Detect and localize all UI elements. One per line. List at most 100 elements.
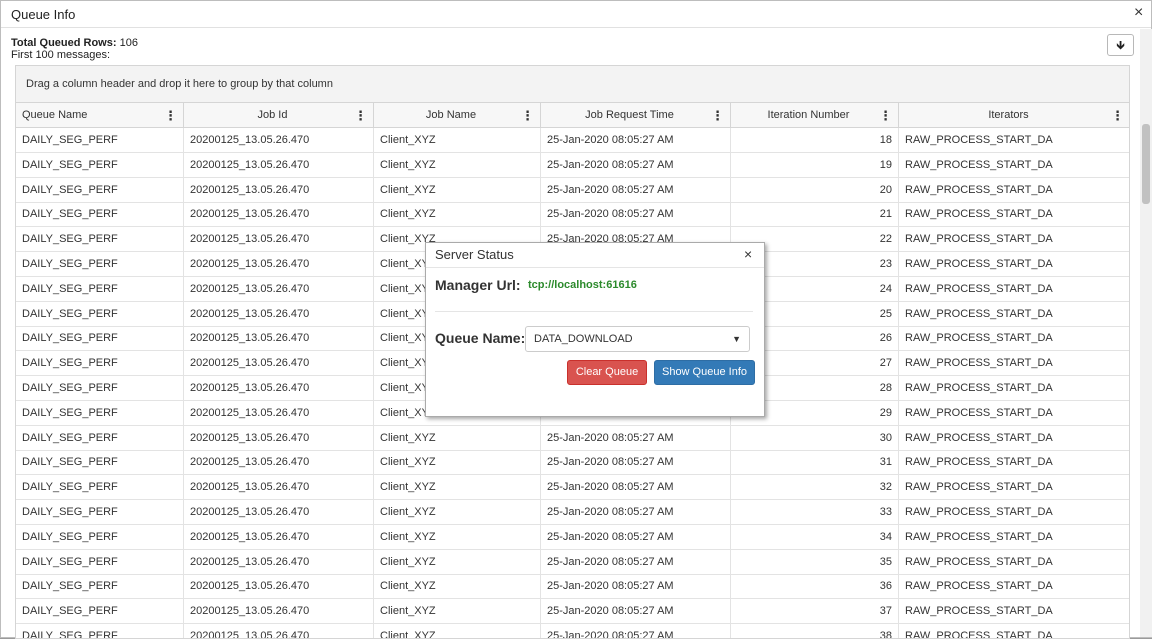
table-cell: DAILY_SEG_PERF bbox=[16, 450, 184, 476]
column-header-label: Job Request Time bbox=[585, 109, 674, 121]
table-cell: 20200125_13.05.26.470 bbox=[184, 152, 374, 178]
table-cell: RAW_PROCESS_START_DA bbox=[899, 450, 1129, 475]
table-cell: DAILY_SEG_PERF bbox=[16, 400, 184, 426]
column-menu-icon[interactable]: ⋮ bbox=[521, 103, 534, 128]
grid-header: Queue Name ⋮ Job Id ⋮ Job Name ⋮ Job Request T… bbox=[16, 103, 1129, 128]
table-cell: 25-Jan-2020 08:05:27 AM bbox=[541, 599, 731, 625]
column-menu-icon[interactable]: ⋮ bbox=[711, 103, 724, 128]
table-row[interactable]: DAILY_SEG_PERF 20200125_13.05.26.470 Clien… bbox=[16, 524, 1129, 550]
table-cell: 20200125_13.05.26.470 bbox=[184, 301, 374, 327]
table-cell: 25-Jan-2020 08:05:27 AM bbox=[541, 202, 731, 228]
vertical-scrollbar[interactable] bbox=[1140, 29, 1152, 637]
column-header-label: Job Id bbox=[257, 109, 288, 121]
scrollbar-thumb[interactable] bbox=[1142, 124, 1150, 204]
table-cell: Client_XYZ bbox=[374, 500, 541, 525]
queue-name-select[interactable]: DATA_DOWNLOAD ▼ bbox=[525, 326, 750, 352]
table-cell: DAILY_SEG_PERF bbox=[16, 599, 184, 625]
queue-name-label: Queue Name: bbox=[435, 330, 526, 346]
table-cell: DAILY_SEG_PERF bbox=[16, 202, 184, 228]
table-cell: Client_XYZ bbox=[374, 624, 541, 638]
table-row[interactable]: DAILY_SEG_PERF 20200125_13.05.26.470 Clien… bbox=[16, 599, 1129, 625]
table-cell: DAILY_SEG_PERF bbox=[16, 549, 184, 575]
table-row[interactable]: DAILY_SEG_PERF 20200125_13.05.26.470 Clien… bbox=[16, 425, 1129, 451]
column-menu-icon[interactable]: ⋮ bbox=[879, 103, 892, 128]
table-cell: 25-Jan-2020 08:05:27 AM bbox=[541, 177, 731, 203]
dialog-close-icon[interactable]: × bbox=[744, 246, 752, 262]
table-cell: DAILY_SEG_PERF bbox=[16, 425, 184, 451]
table-cell: DAILY_SEG_PERF bbox=[16, 301, 184, 327]
table-row[interactable]: DAILY_SEG_PERF 20200125_13.05.26.470 Clien… bbox=[16, 549, 1129, 575]
table-row[interactable]: DAILY_SEG_PERF 20200125_13.05.26.470 Clien… bbox=[16, 624, 1129, 638]
table-cell: 20200125_13.05.26.470 bbox=[184, 276, 374, 302]
table-cell: 25-Jan-2020 08:05:27 AM bbox=[541, 425, 731, 451]
table-cell: RAW_PROCESS_START_DA bbox=[899, 599, 1129, 624]
total-queued-value: 106 bbox=[119, 37, 138, 49]
table-cell: Client_XYZ bbox=[374, 599, 541, 625]
table-row[interactable]: DAILY_SEG_PERF 20200125_13.05.26.470 Clien… bbox=[16, 202, 1129, 228]
table-row[interactable]: DAILY_SEG_PERF 20200125_13.05.26.470 Clien… bbox=[16, 574, 1129, 600]
table-row[interactable]: DAILY_SEG_PERF 20200125_13.05.26.470 Clien… bbox=[16, 177, 1129, 203]
table-cell: 25-Jan-2020 08:05:27 AM bbox=[541, 549, 731, 575]
table-cell: RAW_PROCESS_START_DA bbox=[899, 574, 1129, 599]
table-cell: DAILY_SEG_PERF bbox=[16, 624, 184, 638]
show-queue-info-button[interactable]: Show Queue Info bbox=[654, 360, 755, 385]
queue-summary: Total Queued Rows: 106 First 100 message… bbox=[11, 37, 138, 61]
column-header[interactable]: Job Request Time ⋮ bbox=[541, 103, 731, 128]
table-cell: 20200125_13.05.26.470 bbox=[184, 549, 374, 575]
table-cell: RAW_PROCESS_START_DA bbox=[899, 401, 1129, 426]
column-menu-icon[interactable]: ⋮ bbox=[164, 103, 177, 128]
table-cell: 32 bbox=[731, 475, 899, 501]
table-row[interactable]: DAILY_SEG_PERF 20200125_13.05.26.470 Clien… bbox=[16, 152, 1129, 178]
table-cell: 30 bbox=[731, 425, 899, 451]
table-row[interactable]: DAILY_SEG_PERF 20200125_13.05.26.470 Clien… bbox=[16, 500, 1129, 525]
table-cell: 20200125_13.05.26.470 bbox=[184, 624, 374, 638]
table-cell: RAW_PROCESS_START_DA bbox=[899, 277, 1129, 302]
table-cell: Client_XYZ bbox=[374, 475, 541, 501]
close-icon[interactable]: × bbox=[1134, 4, 1143, 22]
column-header[interactable]: Iteration Number ⋮ bbox=[731, 103, 899, 128]
table-cell: 20 bbox=[731, 177, 899, 203]
table-cell: RAW_PROCESS_START_DA bbox=[899, 326, 1129, 351]
table-cell: 19 bbox=[731, 152, 899, 178]
column-header[interactable]: Queue Name ⋮ bbox=[16, 103, 184, 128]
table-row[interactable]: DAILY_SEG_PERF 20200125_13.05.26.470 Clien… bbox=[16, 128, 1129, 153]
table-cell: DAILY_SEG_PERF bbox=[16, 227, 184, 253]
table-cell: DAILY_SEG_PERF bbox=[16, 500, 184, 525]
caret-down-icon: ▼ bbox=[732, 334, 741, 344]
table-cell: RAW_PROCESS_START_DA bbox=[899, 202, 1129, 227]
table-cell: 20200125_13.05.26.470 bbox=[184, 202, 374, 228]
table-cell: 20200125_13.05.26.470 bbox=[184, 177, 374, 203]
column-menu-icon[interactable]: ⋮ bbox=[354, 103, 367, 128]
table-cell: Client_XYZ bbox=[374, 128, 541, 153]
table-cell: DAILY_SEG_PERF bbox=[16, 475, 184, 501]
table-cell: 20200125_13.05.26.470 bbox=[184, 425, 374, 451]
table-cell: 20200125_13.05.26.470 bbox=[184, 450, 374, 476]
table-cell: 20200125_13.05.26.470 bbox=[184, 326, 374, 352]
manager-url-value: tcp://localhost:61616 bbox=[528, 279, 637, 291]
table-cell: 20200125_13.05.26.470 bbox=[184, 351, 374, 377]
column-header[interactable]: Job Id ⋮ bbox=[184, 103, 374, 128]
download-button[interactable]: 🡻 bbox=[1107, 34, 1134, 56]
table-cell: Client_XYZ bbox=[374, 177, 541, 203]
column-header[interactable]: Iterators ⋮ bbox=[899, 103, 1129, 128]
table-cell: 20200125_13.05.26.470 bbox=[184, 500, 374, 525]
table-cell: 20200125_13.05.26.470 bbox=[184, 599, 374, 625]
table-cell: Client_XYZ bbox=[374, 152, 541, 178]
table-row[interactable]: DAILY_SEG_PERF 20200125_13.05.26.470 Clien… bbox=[16, 475, 1129, 501]
table-cell: Client_XYZ bbox=[374, 524, 541, 550]
dialog-section-divider bbox=[435, 311, 753, 312]
manager-url-label: Manager Url: bbox=[435, 277, 521, 293]
group-by-panel[interactable]: Drag a column header and drop it here to… bbox=[16, 66, 1129, 103]
column-header-label: Job Name bbox=[425, 109, 477, 121]
table-cell: 35 bbox=[731, 549, 899, 575]
column-menu-icon[interactable]: ⋮ bbox=[1111, 103, 1124, 128]
server-status-dialog: Server Status × Manager Url: tcp://local… bbox=[425, 242, 765, 417]
table-cell: RAW_PROCESS_START_DA bbox=[899, 550, 1129, 575]
clear-queue-button[interactable]: Clear Queue bbox=[567, 360, 647, 385]
table-cell: 38 bbox=[731, 624, 899, 638]
column-header[interactable]: Job Name ⋮ bbox=[374, 103, 541, 128]
table-cell: 25-Jan-2020 08:05:27 AM bbox=[541, 500, 731, 525]
table-row[interactable]: DAILY_SEG_PERF 20200125_13.05.26.470 Clien… bbox=[16, 450, 1129, 476]
table-cell: 20200125_13.05.26.470 bbox=[184, 475, 374, 501]
table-cell: RAW_PROCESS_START_DA bbox=[899, 475, 1129, 500]
